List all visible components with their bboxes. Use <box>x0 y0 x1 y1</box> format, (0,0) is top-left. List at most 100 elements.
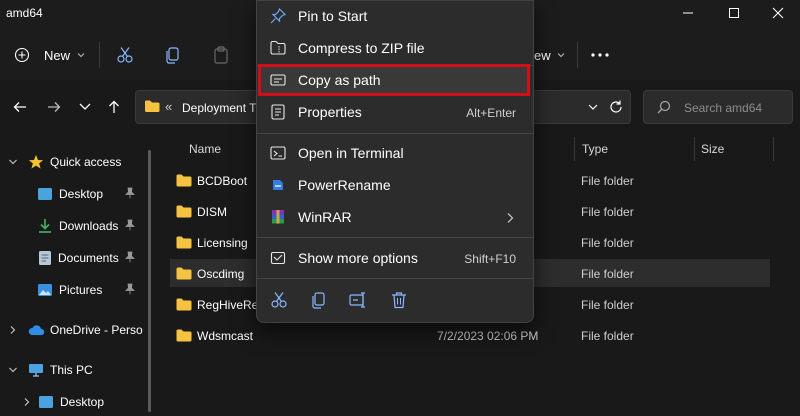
copy-button[interactable] <box>164 46 182 64</box>
more-dots-icon <box>591 53 609 57</box>
file-type: File folder <box>581 329 634 343</box>
pin-icon[interactable] <box>124 219 136 231</box>
arrow-right-icon <box>48 102 61 112</box>
menu-item-label: Properties <box>298 104 362 120</box>
refresh-icon <box>610 100 622 113</box>
copy-icon <box>312 292 325 309</box>
chevron-right-icon <box>507 213 514 223</box>
menu-rename-button[interactable] <box>349 291 367 309</box>
clipboard-icon <box>214 46 228 64</box>
column-divider[interactable] <box>773 137 774 161</box>
chevron-down-icon <box>9 159 17 165</box>
menu-item-label: Open in Terminal <box>298 145 404 161</box>
column-header-size[interactable]: Size <box>701 142 724 156</box>
zip-icon <box>270 40 286 55</box>
address-dropdown-button[interactable] <box>587 101 599 113</box>
document-icon <box>39 251 51 265</box>
more-button[interactable] <box>590 46 610 64</box>
file-type: File folder <box>581 205 634 219</box>
menu-copy-button[interactable] <box>310 291 328 309</box>
nav-item-label: OneDrive - Perso <box>50 323 143 337</box>
folder-icon <box>176 174 192 187</box>
pc-icon <box>29 364 43 377</box>
maximize-icon <box>729 8 739 18</box>
copy-path-icon <box>270 74 286 86</box>
new-button[interactable]: New <box>14 44 94 66</box>
rename-icon <box>349 292 365 308</box>
menu-item-powerrename[interactable]: PowerRename <box>260 170 530 200</box>
column-header-name[interactable]: Name <box>189 142 221 156</box>
file-name: Licensing <box>197 236 248 250</box>
nav-item-onedrive[interactable]: OneDrive - Perso <box>0 316 150 344</box>
new-label: New <box>44 47 71 63</box>
nav-item-label: Pictures <box>59 283 103 297</box>
arrow-up-icon <box>109 100 119 113</box>
scissors-icon <box>117 47 133 63</box>
file-name: RegHiveRe <box>197 298 259 312</box>
chevron-down-icon <box>557 53 564 58</box>
menu-item-properties[interactable]: Properties Alt+Enter <box>260 97 530 127</box>
file-date: 7/2/2023 02:06 PM <box>437 329 539 343</box>
nav-item-pc-desktop[interactable]: Desktop <box>0 388 150 416</box>
menu-item-label: Pin to Start <box>298 8 368 24</box>
forward-button[interactable] <box>46 99 62 115</box>
cloud-icon <box>28 325 45 335</box>
menu-item-copy-as-path[interactable]: Copy as path <box>260 65 530 95</box>
menu-separator <box>256 237 534 238</box>
folder-icon <box>144 99 160 113</box>
desktop-icon <box>39 396 53 408</box>
chevron-down-icon <box>9 367 17 373</box>
menu-cut-button[interactable] <box>270 291 288 309</box>
close-icon <box>772 7 784 19</box>
cut-button[interactable] <box>116 46 134 64</box>
menu-item-pin-to-start[interactable]: Pin to Start <box>260 1 530 31</box>
chevron-down-icon <box>588 104 598 110</box>
menu-item-compress-zip[interactable]: Compress to ZIP file <box>260 33 530 63</box>
column-divider[interactable] <box>694 137 695 161</box>
file-type: File folder <box>581 236 634 250</box>
recent-locations-button[interactable] <box>78 101 92 113</box>
menu-delete-button[interactable] <box>390 291 408 309</box>
minimize-button[interactable] <box>666 0 710 26</box>
menu-separator <box>256 278 534 279</box>
menu-item-show-more-options[interactable]: Show more options Shift+F10 <box>260 243 530 273</box>
maximize-button[interactable] <box>712 0 756 26</box>
search-input[interactable]: Search amd64 <box>684 101 762 115</box>
cut-icon <box>271 292 287 308</box>
close-button[interactable] <box>756 0 800 26</box>
winrar-icon <box>272 210 284 224</box>
menu-item-label: Copy as path <box>298 72 381 88</box>
delete-icon <box>392 292 406 309</box>
file-type: File folder <box>581 267 634 281</box>
pin-icon[interactable] <box>124 251 136 263</box>
pin-icon[interactable] <box>124 283 136 295</box>
picture-icon <box>38 284 52 296</box>
menu-item-open-in-terminal[interactable]: Open in Terminal <box>260 138 530 168</box>
file-name: BCDBoot <box>197 174 248 188</box>
paste-button[interactable] <box>212 46 230 64</box>
menu-separator <box>256 133 534 134</box>
chevron-down-icon <box>77 53 85 58</box>
menu-item-winrar[interactable]: WinRAR <box>260 202 530 232</box>
nav-item-this-pc[interactable]: This PC <box>0 356 150 384</box>
file-row[interactable]: Wdsmcast 7/2/2023 02:06 PM File folder <box>170 321 770 349</box>
column-divider[interactable] <box>574 137 575 161</box>
nav-item-label: Desktop <box>60 395 105 409</box>
chevron-down-icon <box>79 103 91 110</box>
back-button[interactable] <box>12 99 28 115</box>
refresh-button[interactable] <box>608 99 624 115</box>
file-type: File folder <box>581 174 634 188</box>
view-button[interactable]: ew <box>534 44 570 66</box>
file-name: Oscdimg <box>197 267 245 281</box>
breadcrumb-overflow[interactable]: « <box>165 99 172 114</box>
nav-item-quick-access[interactable]: Quick access <box>0 148 150 176</box>
nav-item-label: Downloads <box>59 219 119 233</box>
window-title: amd64 <box>6 6 43 20</box>
up-button[interactable] <box>106 99 122 115</box>
menu-item-label: PowerRename <box>298 177 391 193</box>
nav-scrollbar[interactable] <box>148 150 151 412</box>
pin-icon[interactable] <box>124 187 136 199</box>
breadcrumb-item[interactable]: Deployment T <box>182 101 256 115</box>
folder-icon <box>176 329 192 342</box>
column-header-type[interactable]: Type <box>582 142 608 156</box>
